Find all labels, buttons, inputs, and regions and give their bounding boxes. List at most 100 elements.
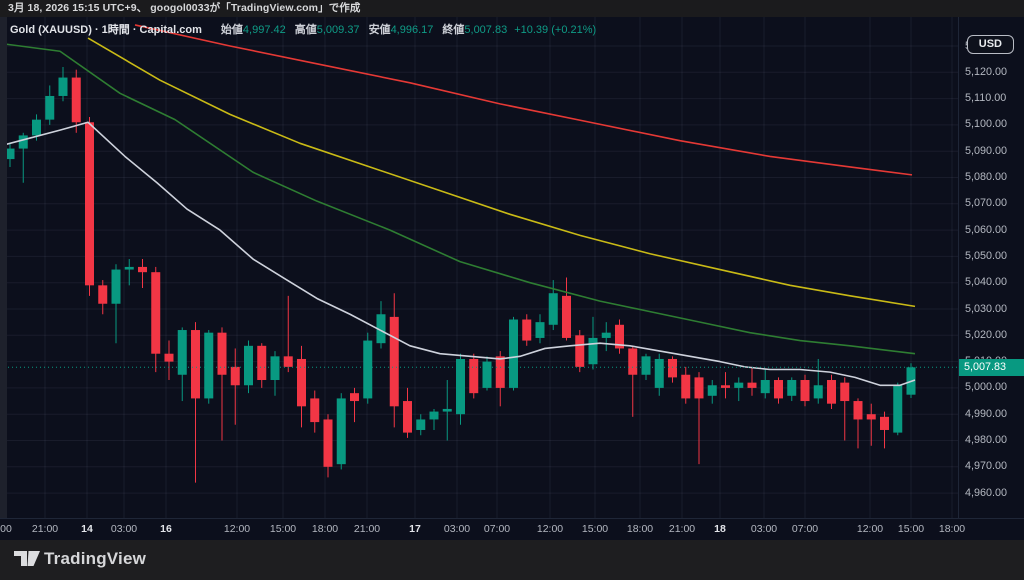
candle-body	[310, 398, 319, 422]
close-value: 5,007.83	[464, 24, 507, 36]
currency-button[interactable]: USD	[967, 35, 1014, 54]
candle-body	[840, 383, 849, 401]
candle-body	[59, 78, 68, 96]
price-tick-label: 5,070.00	[965, 197, 1007, 210]
candle-body	[337, 398, 346, 464]
candle-body	[112, 270, 121, 304]
candle-body	[867, 414, 876, 419]
candle-body	[483, 362, 492, 388]
time-tick-label: 12:00	[537, 519, 563, 540]
time-tick-label: 12:00	[857, 519, 883, 540]
candle-body	[761, 380, 770, 393]
candlestick-chart[interactable]	[0, 17, 1024, 540]
price-tick-label: 4,960.00	[965, 487, 1007, 500]
high-value: 5,009.37	[317, 24, 360, 36]
time-tick-label: 15:00	[270, 519, 296, 540]
candle-body	[536, 322, 545, 338]
price-tick-label: 5,060.00	[965, 224, 1007, 237]
price-axis[interactable]: 5,130.005,120.005,110.005,100.005,090.00…	[958, 17, 1024, 518]
candles-layer	[6, 67, 916, 483]
candle-body	[257, 346, 266, 380]
candle-body	[655, 359, 664, 388]
candle-body	[787, 380, 796, 396]
time-tick-label: 15:00	[582, 519, 608, 540]
candle-body	[204, 333, 213, 399]
change-value: +10.39 (+0.21%)	[514, 24, 596, 36]
candle-body	[549, 293, 558, 325]
candle-body	[827, 380, 836, 404]
pane-left-edge	[0, 17, 7, 518]
candle-body	[814, 385, 823, 398]
candle-body	[350, 393, 359, 401]
candle-body	[602, 333, 611, 338]
time-tick-label: 17	[409, 519, 421, 540]
candle-body	[562, 296, 571, 338]
price-tick-label: 5,050.00	[965, 250, 1007, 263]
time-tick-label: 12:00	[224, 519, 250, 540]
price-tick-label: 5,020.00	[965, 329, 1007, 342]
candle-body	[284, 356, 293, 367]
price-tick-label: 5,100.00	[965, 118, 1007, 131]
tradingview-brand[interactable]: TradingView	[44, 549, 146, 569]
candle-body	[681, 375, 690, 399]
candle-body	[403, 401, 412, 433]
current-price-label: 5,007.83	[959, 359, 1024, 376]
candle-body	[32, 120, 41, 136]
time-tick-label: 15:00	[898, 519, 924, 540]
time-axis[interactable]: 0021:001403:001612:0015:0018:0021:001703…	[0, 518, 1024, 540]
candle-body	[85, 122, 94, 285]
candle-body	[191, 330, 200, 398]
price-tick-label: 4,970.00	[965, 460, 1007, 473]
attribution-text: 3月 18, 2026 15:15 UTC+9、 googol0033が「Tra…	[8, 2, 361, 14]
candle-body	[628, 348, 637, 374]
candle-body	[72, 78, 81, 123]
candle-body	[218, 333, 227, 375]
low-label: 安値	[369, 24, 391, 36]
footer-bar: TradingView	[0, 540, 1024, 580]
ma-red-slow	[135, 25, 912, 175]
candle-body	[324, 419, 333, 466]
time-tick-label: 03:00	[751, 519, 777, 540]
time-tick-label: 07:00	[484, 519, 510, 540]
price-tick-label: 4,980.00	[965, 434, 1007, 447]
open-value: 4,997.42	[243, 24, 286, 36]
candle-body	[695, 377, 704, 398]
candle-body	[748, 383, 757, 388]
candle-body	[363, 341, 372, 399]
candle-body	[575, 335, 584, 367]
low-value: 4,996.17	[391, 24, 434, 36]
time-tick-label: 03:00	[111, 519, 137, 540]
symbol-legend: Gold (XAUUSD) · 1時間 · Capital.com始値4,997…	[10, 23, 596, 37]
close-label: 終値	[442, 24, 464, 36]
candle-body	[708, 385, 717, 396]
candle-body	[854, 401, 863, 419]
price-tick-label: 5,110.00	[965, 92, 1006, 105]
candle-body	[244, 346, 253, 385]
candle-body	[430, 412, 439, 420]
candle-body	[125, 267, 134, 270]
time-tick-label: 21:00	[669, 519, 695, 540]
ma-yellow	[88, 38, 915, 306]
candle-body	[469, 359, 478, 393]
time-tick-label: 18:00	[627, 519, 653, 540]
chart-area[interactable]: Gold (XAUUSD) · 1時間 · Capital.com始値4,997…	[0, 17, 1024, 540]
price-tick-label: 5,120.00	[965, 66, 1007, 79]
candle-body	[880, 417, 889, 430]
candle-body	[297, 359, 306, 406]
tradingview-logo-icon[interactable]	[14, 551, 40, 567]
candle-body	[443, 409, 452, 412]
price-tick-label: 5,080.00	[965, 171, 1007, 184]
candle-body	[138, 267, 147, 272]
symbol-title: Gold (XAUUSD) · 1時間 · Capital.com	[10, 24, 202, 36]
candle-body	[416, 419, 425, 430]
candle-body	[721, 385, 730, 388]
candle-body	[774, 380, 783, 398]
candle-body	[589, 338, 598, 364]
candle-body	[496, 356, 505, 388]
candle-body	[668, 359, 677, 377]
candle-body	[98, 285, 107, 303]
candle-body	[231, 367, 240, 385]
time-tick-label: 03:00	[444, 519, 470, 540]
time-tick-label: 21:00	[32, 519, 58, 540]
candle-body	[178, 330, 187, 375]
